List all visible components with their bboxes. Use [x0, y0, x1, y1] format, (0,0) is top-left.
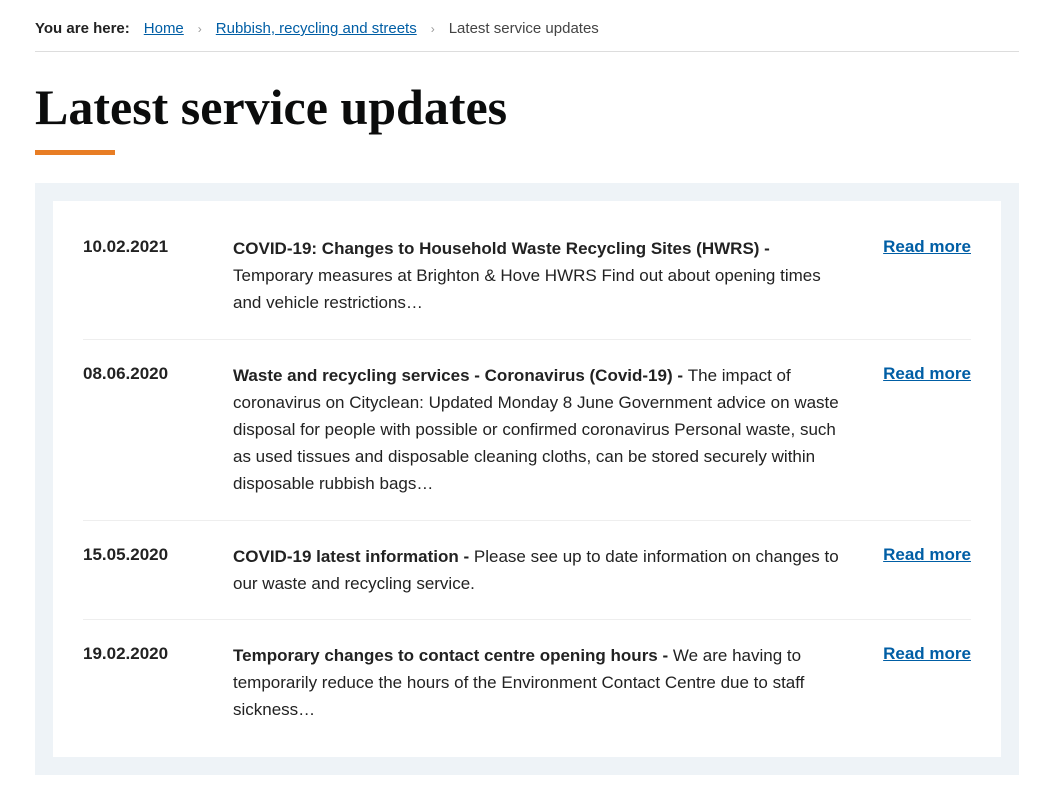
breadcrumb: You are here: Home › Rubbish, recycling … [35, 20, 1019, 52]
chevron-right-icon: › [431, 22, 435, 36]
update-title: COVID-19 latest information - [233, 547, 474, 566]
read-more-link[interactable]: Read more [883, 362, 971, 384]
breadcrumb-label: You are here: [35, 20, 130, 37]
read-more-link[interactable]: Read more [883, 235, 971, 257]
read-more-link[interactable]: Read more [883, 642, 971, 664]
update-row: 19.02.2020 Temporary changes to contact … [83, 620, 971, 746]
update-summary: Temporary measures at Brighton & Hove HW… [233, 266, 821, 312]
updates-list: 10.02.2021 COVID-19: Changes to Househol… [53, 201, 1001, 757]
page-title: Latest service updates [35, 78, 1019, 136]
updates-panel: 10.02.2021 COVID-19: Changes to Househol… [35, 183, 1019, 775]
update-row: 10.02.2021 COVID-19: Changes to Househol… [83, 213, 971, 340]
update-date: 15.05.2020 [83, 543, 213, 565]
title-underline [35, 150, 115, 155]
breadcrumb-current: Latest service updates [449, 20, 599, 37]
update-body: COVID-19: Changes to Household Waste Rec… [233, 235, 863, 317]
update-body: Temporary changes to contact centre open… [233, 642, 863, 724]
update-date: 08.06.2020 [83, 362, 213, 384]
update-title: Temporary changes to contact centre open… [233, 646, 673, 665]
chevron-right-icon: › [198, 22, 202, 36]
breadcrumb-link-rubbish[interactable]: Rubbish, recycling and streets [216, 20, 417, 37]
update-row: 08.06.2020 Waste and recycling services … [83, 340, 971, 521]
update-row: 15.05.2020 COVID-19 latest information -… [83, 521, 971, 620]
update-date: 19.02.2020 [83, 642, 213, 664]
breadcrumb-link-home[interactable]: Home [144, 20, 184, 37]
update-title: COVID-19: Changes to Household Waste Rec… [233, 239, 770, 258]
update-body: COVID-19 latest information - Please see… [233, 543, 863, 597]
update-date: 10.02.2021 [83, 235, 213, 257]
read-more-link[interactable]: Read more [883, 543, 971, 565]
update-title: Waste and recycling services - Coronavir… [233, 366, 688, 385]
update-body: Waste and recycling services - Coronavir… [233, 362, 863, 498]
